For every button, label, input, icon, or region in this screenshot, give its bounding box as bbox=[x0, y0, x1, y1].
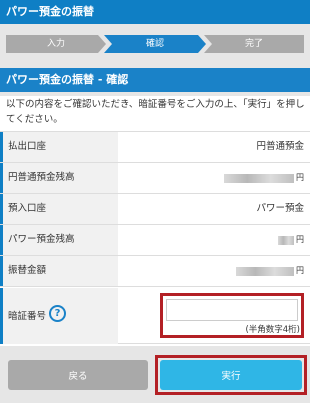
pin-input[interactable] bbox=[166, 299, 298, 321]
run-button[interactable]: 実行 bbox=[160, 360, 302, 390]
step-input-label: 入力 bbox=[46, 39, 65, 49]
masked-balance bbox=[278, 235, 294, 245]
currency-unit: 円 bbox=[296, 235, 304, 244]
page-title: パワー預金の振替 bbox=[0, 0, 310, 24]
table-row: 円普通預金残高 円 bbox=[0, 163, 310, 194]
masked-amount bbox=[236, 266, 294, 276]
row-label: 円普通預金残高 bbox=[0, 163, 118, 193]
row-label: 払出口座 bbox=[0, 132, 118, 162]
table-row: 振替金額 円 bbox=[0, 256, 310, 287]
button-bar: 戻る 実行 bbox=[0, 346, 310, 403]
row-value: パワー預金 bbox=[256, 194, 304, 224]
row-value: 円 bbox=[236, 256, 304, 286]
back-button[interactable]: 戻る bbox=[8, 360, 148, 390]
row-value: 円 bbox=[278, 225, 304, 255]
row-value: 円普通預金 bbox=[256, 132, 304, 162]
step-indicator: 入力 確認 完了 bbox=[0, 24, 310, 64]
step-complete-label: 完了 bbox=[244, 39, 263, 49]
deposit-account-value: パワー預金 bbox=[256, 203, 304, 214]
table-row: 払出口座 円普通預金 bbox=[0, 132, 310, 163]
confirmation-table: 払出口座 円普通預金 円普通預金残高 円 預入口座 パワー預金 パワー預金残高 … bbox=[0, 131, 310, 287]
section-title: パワー預金の振替 - 確認 bbox=[0, 68, 310, 92]
help-icon[interactable]: ? bbox=[49, 305, 66, 322]
row-label: 振替金額 bbox=[0, 256, 118, 286]
row-label: 預入口座 bbox=[0, 194, 118, 224]
step-complete: 完了 bbox=[204, 35, 304, 53]
instruction-text: 以下の内容をご確認いただき、暗証番号をご入力の上、「実行」を押してください。 bbox=[6, 99, 305, 125]
row-value: 円 bbox=[224, 163, 304, 193]
row-label: パワー預金残高 bbox=[0, 225, 118, 255]
withdrawal-account-value: 円普通預金 bbox=[256, 141, 304, 152]
step-input: 入力 bbox=[6, 35, 106, 53]
pin-label-cell: 暗証番号 ? bbox=[0, 288, 118, 344]
step-confirm: 確認 bbox=[104, 35, 206, 53]
pin-row: 暗証番号 ? (半角数字4桁) bbox=[0, 288, 310, 344]
pin-label: 暗証番号 bbox=[8, 311, 47, 322]
pin-hint: (半角数字4桁) bbox=[245, 325, 300, 335]
masked-balance bbox=[224, 173, 294, 183]
step-confirm-label: 確認 bbox=[145, 39, 164, 49]
table-row: パワー預金残高 円 bbox=[0, 225, 310, 256]
table-row: 預入口座 パワー預金 bbox=[0, 194, 310, 225]
section-header: パワー預金の振替 - 確認 bbox=[0, 64, 310, 96]
currency-unit: 円 bbox=[296, 266, 304, 275]
currency-unit: 円 bbox=[296, 173, 304, 182]
